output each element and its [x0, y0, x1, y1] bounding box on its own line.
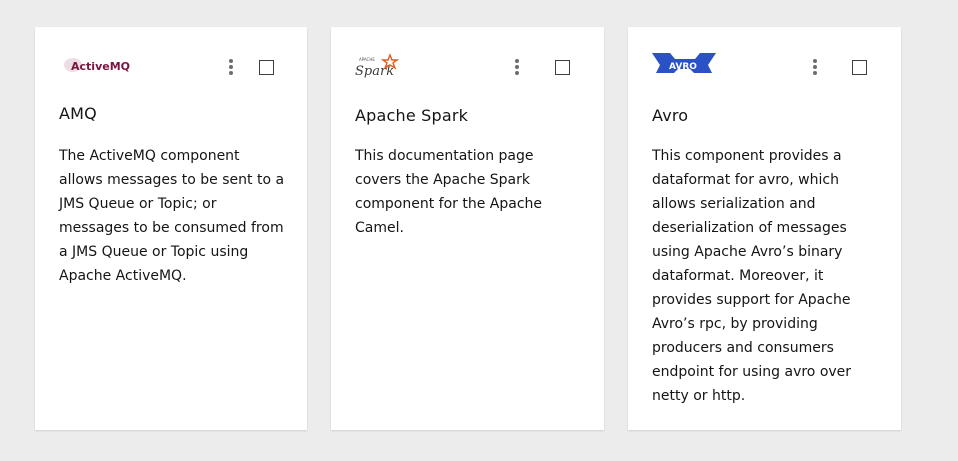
kebab-vertical-icon[interactable] [225, 59, 237, 79]
component-card-apache-spark[interactable]: APACHE Spark Apache Spark This documenta… [331, 27, 604, 430]
component-catalog-grid: ActiveMQ AMQ The ActiveMQ component allo… [0, 0, 958, 461]
card-title: Apache Spark [355, 106, 469, 125]
kebab-vertical-icon[interactable] [511, 59, 523, 79]
svg-text:ActiveMQ: ActiveMQ [71, 60, 130, 73]
card-description: This documentation page covers the Apach… [355, 148, 543, 236]
component-card-avro[interactable]: AVRO Avro This component provides a data… [628, 27, 901, 430]
card-description: The ActiveMQ component allows messages t… [59, 148, 285, 284]
avro-logo: AVRO [650, 51, 740, 79]
apache-spark-logo: APACHE Spark [353, 51, 443, 79]
card-title: AMQ [59, 104, 97, 123]
select-checkbox[interactable] [555, 60, 570, 75]
kebab-vertical-icon[interactable] [809, 59, 821, 79]
card-title: Avro [652, 106, 689, 125]
svg-text:APACHE: APACHE [359, 57, 375, 62]
activemq-logo: ActiveMQ [57, 51, 147, 79]
card-description: This component provides a dataformat for… [652, 148, 852, 404]
select-checkbox[interactable] [259, 60, 274, 75]
svg-text:AVRO: AVRO [669, 62, 697, 72]
select-checkbox[interactable] [852, 60, 867, 75]
component-card-amq[interactable]: ActiveMQ AMQ The ActiveMQ component allo… [35, 27, 307, 430]
